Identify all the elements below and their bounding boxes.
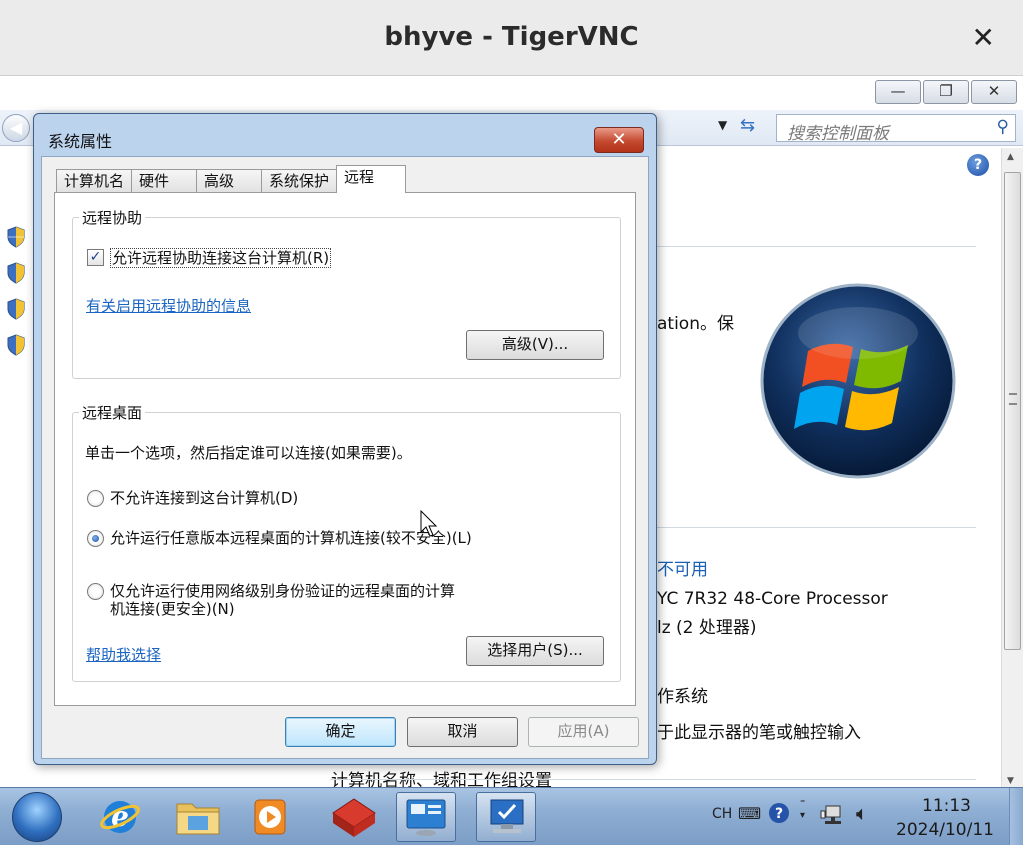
ime-help-icon[interactable]: ?: [768, 802, 790, 828]
dialog-title: 系统属性: [48, 132, 113, 151]
remote-desktop-group-label: 远程桌面: [79, 402, 146, 423]
taskbar: e CH ⌨ ? ⁼ ▾ 🔈︎ 11:13 2024/10/11: [0, 787, 1023, 845]
select-users-button[interactable]: 选择用户(S)...: [466, 636, 604, 666]
keyboard-icon[interactable]: ⌨: [738, 804, 761, 823]
file-explorer-icon[interactable]: [168, 792, 228, 842]
apply-button[interactable]: 应用(A): [528, 717, 639, 747]
windows-logo: [760, 283, 956, 479]
tab-strip: 计算机名 硬件 高级 系统保护 远程: [56, 165, 407, 193]
server-manager-icon[interactable]: [396, 792, 456, 842]
cp-window-buttons: — ❐ ✕: [875, 80, 1017, 104]
cp-close-button[interactable]: ✕: [971, 80, 1017, 104]
cp-search-input[interactable]: 搜索控制面板 ⚲: [776, 114, 1016, 144]
svg-text:?: ?: [775, 806, 783, 822]
mouse-cursor-icon: [420, 510, 438, 537]
scrollbar-thumb[interactable]: [1004, 172, 1021, 650]
network-icon[interactable]: [820, 802, 846, 832]
cp-vertical-scrollbar[interactable]: ▲ ▼: [1001, 148, 1023, 790]
uac-shield-icon[interactable]: [6, 226, 26, 248]
cancel-button[interactable]: 取消: [407, 717, 518, 747]
vnc-close-button[interactable]: ✕: [972, 20, 995, 56]
uac-shield-icon[interactable]: [6, 334, 26, 356]
advanced-button[interactable]: 高级(V)...: [466, 330, 604, 360]
section-divider: [656, 246, 976, 247]
clock-time[interactable]: 11:13: [922, 796, 971, 816]
processor-text: YC 7R32 48-Core Processor: [657, 589, 888, 609]
deny-connections-label[interactable]: 不允许连接到这台计算机(D): [110, 489, 298, 507]
media-player-icon[interactable]: [240, 792, 300, 842]
section-divider: [330, 779, 976, 780]
tab-advanced[interactable]: 高级: [196, 169, 263, 193]
back-arrow-icon[interactable]: ◀: [2, 114, 30, 142]
allow-remote-assistance-label[interactable]: 允许远程协助连接这台计算机(R): [110, 248, 332, 268]
refresh-icon[interactable]: ⇆: [740, 115, 755, 136]
address-dropdown-icon[interactable]: ▼: [718, 118, 727, 132]
dialog-close-button[interactable]: ✕: [594, 127, 644, 153]
vnc-window-title: bhyve - TigerVNC: [384, 22, 639, 52]
processor-speed-text: lz (2 处理器): [657, 618, 757, 638]
clock-date[interactable]: 2024/10/11: [896, 820, 994, 840]
tab-hardware[interactable]: 硬件: [131, 169, 198, 193]
section-divider: [656, 527, 976, 528]
remote-tab-panel: 远程协助 ✓ 允许远程协助连接这台计算机(R) 有关启用远程协助的信息 高级(V…: [54, 192, 636, 706]
restore-button[interactable]: ❐: [923, 80, 969, 104]
start-button[interactable]: [12, 792, 62, 842]
allow-any-version-radio[interactable]: [87, 530, 104, 547]
allow-remote-assistance-checkbox[interactable]: ✓: [87, 249, 104, 266]
system-properties-dialog: 系统属性 ✕ 计算机名 硬件 高级 系统保护 远程 远程协助 ✓ 允许远程协助连…: [33, 113, 657, 765]
help-icon[interactable]: ?: [967, 154, 989, 176]
uac-shield-icon[interactable]: [6, 298, 26, 320]
minimize-button[interactable]: —: [875, 80, 921, 104]
uac-shield-icon[interactable]: [6, 262, 26, 284]
dialog-body: 计算机名 硬件 高级 系统保护 远程 远程协助 ✓ 允许远程协助连接这台计算机(…: [41, 156, 649, 759]
remote-assistance-group-label: 远程协助: [79, 207, 146, 228]
scroll-down-arrow-icon[interactable]: ▼: [1007, 776, 1014, 786]
scroll-grip-icon: [1009, 393, 1017, 405]
ime-options-icon[interactable]: ⁼ ▾: [800, 798, 805, 822]
vnc-titlebar: bhyve - TigerVNC ✕: [0, 0, 1023, 76]
search-placeholder: 搜索控制面板: [787, 124, 889, 144]
internet-explorer-icon[interactable]: e: [90, 792, 150, 842]
pen-touch-text: 于此显示器的笔或触控输入: [657, 723, 861, 743]
show-desktop-button[interactable]: [1009, 788, 1023, 845]
search-icon[interactable]: ⚲: [997, 117, 1009, 137]
help-me-choose-link[interactable]: 帮助我选择: [86, 644, 161, 665]
allow-nla-only-label-line2[interactable]: 机连接(更安全)(N): [110, 600, 235, 618]
unavailable-link[interactable]: 不可用: [657, 555, 708, 580]
scroll-up-arrow-icon[interactable]: ▲: [1007, 152, 1014, 162]
remote-assistance-group: 远程协助 ✓ 允许远程协助连接这台计算机(R) 有关启用远程协助的信息 高级(V…: [72, 207, 621, 379]
ok-button[interactable]: 确定: [285, 717, 396, 747]
toolbox-app-icon[interactable]: [324, 792, 384, 842]
tab-computer-name[interactable]: 计算机名: [56, 169, 133, 193]
remote-assistance-info-link[interactable]: 有关启用远程协助的信息: [86, 295, 251, 316]
volume-icon[interactable]: 🔈︎: [856, 801, 868, 825]
tab-system-protection[interactable]: 系统保护: [261, 169, 338, 193]
tab-remote[interactable]: 远程: [336, 165, 407, 193]
remote-desktop-group: 远程桌面 单击一个选项，然后指定谁可以连接(如果需要)。 不允许连接到这台计算机…: [72, 402, 621, 682]
deny-connections-radio[interactable]: [87, 490, 104, 507]
language-indicator[interactable]: CH: [712, 806, 732, 822]
allow-nla-only-label-line1[interactable]: 仅允许运行使用网络级别身份验证的远程桌面的计算: [110, 582, 455, 600]
allow-nla-only-radio[interactable]: [87, 583, 104, 600]
activation-text: ation。保: [657, 314, 734, 334]
remote-desktop: — ❐ ✕ ◀ ▼ ⇆ 搜索控制面板 ⚲ ? ation。保 不可用 YC 7R…: [0, 76, 1023, 845]
remote-desktop-instruction: 单击一个选项，然后指定谁可以连接(如果需要)。: [85, 444, 412, 462]
allow-any-version-label[interactable]: 允许运行任意版本远程桌面的计算机连接(较不安全)(L): [110, 529, 472, 547]
os-type-text: 作系统: [657, 687, 708, 707]
system-properties-taskbar-icon[interactable]: [476, 792, 536, 842]
